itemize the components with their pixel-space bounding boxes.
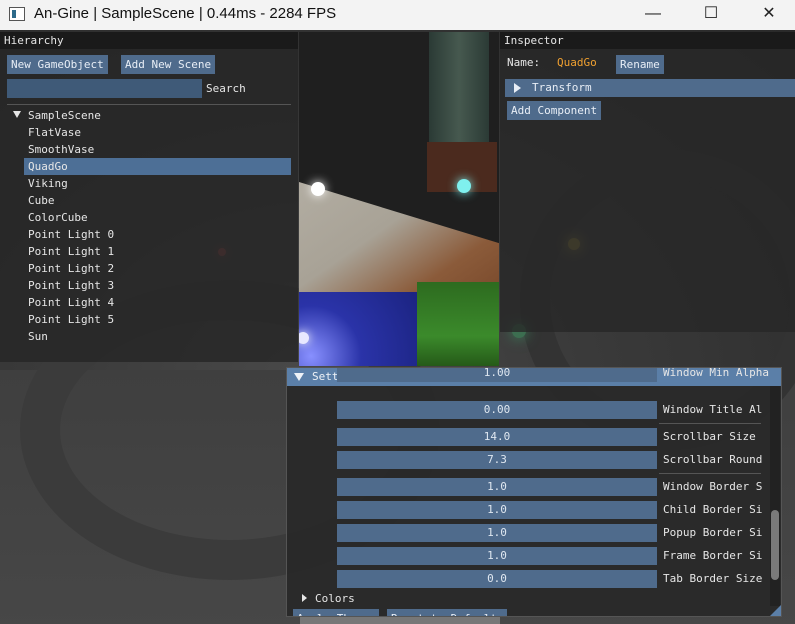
hierarchy-item[interactable]: Viking (24, 175, 291, 192)
style-slider-label: Window Min Alpha (663, 367, 769, 379)
hierarchy-panel: Hierarchy New GameObject Add New Scene S… (0, 32, 298, 362)
hierarchy-item[interactable]: Cube (24, 192, 291, 209)
style-slider-label: Window Title Al (663, 403, 763, 416)
style-slider-label: Scrollbar Size (663, 430, 756, 443)
inspector-title: Inspector (500, 32, 795, 49)
hierarchy-item[interactable]: Point Light 0 (24, 226, 291, 243)
point-light-orb (311, 182, 325, 196)
settings-separator (659, 473, 761, 474)
style-slider-label: Scrollbar Round (663, 453, 763, 466)
rename-button[interactable]: Rename (616, 55, 664, 74)
cube-right-face (417, 282, 499, 366)
minimize-button[interactable]: — (624, 0, 682, 30)
hierarchy-item[interactable]: QuadGo (24, 158, 291, 175)
settings-window: Settings 1.00Window Min Alpha0.00Window … (286, 367, 782, 617)
style-slider[interactable]: 1.0 (337, 524, 657, 542)
hierarchy-item[interactable]: FlatVase (24, 124, 291, 141)
maximize-button[interactable]: ☐ (682, 0, 740, 30)
style-slider[interactable]: 1.0 (337, 478, 657, 496)
inspector-panel: Inspector Name: QuadGo Rename Transform … (500, 32, 795, 332)
hierarchy-title: Hierarchy (0, 32, 298, 49)
hierarchy-item[interactable]: Point Light 2 (24, 260, 291, 277)
style-slider-label: Popup Border Si (663, 526, 763, 539)
apply-theme-button[interactable]: Apply Theme (293, 609, 379, 616)
window-title: An-Gine | SampleScene | 0.44ms - 2284 FP… (34, 5, 337, 22)
hierarchy-separator (7, 104, 291, 105)
add-component-button[interactable]: Add Component (507, 101, 602, 120)
close-button[interactable]: ✕ (740, 0, 795, 30)
style-slider[interactable]: 1.0 (337, 501, 657, 519)
transform-header[interactable]: Transform (505, 79, 795, 97)
transform-label: Transform (532, 81, 592, 94)
app-icon (9, 7, 25, 21)
style-slider[interactable]: 0.0 (337, 570, 657, 588)
style-slider[interactable]: 1.00 (337, 368, 657, 382)
name-label: Name: (507, 56, 541, 69)
hierarchy-item[interactable]: Point Light 3 (24, 277, 291, 294)
hierarchy-item[interactable]: Point Light 5 (24, 311, 291, 328)
style-slider-label: Frame Border Si (663, 549, 763, 562)
colors-node[interactable]: Colors (315, 590, 355, 607)
point-light-orb (457, 179, 471, 193)
style-slider[interactable]: 1.0 (337, 547, 657, 565)
game-viewport[interactable] (299, 32, 499, 366)
style-slider-label: Child Border Si (663, 503, 763, 516)
collapse-down-icon (294, 373, 304, 381)
new-gameobject-button[interactable]: New GameObject (7, 55, 108, 74)
tree-expand-icon[interactable] (13, 111, 21, 118)
window-titlebar: An-Gine | SampleScene | 0.44ms - 2284 FP… (0, 0, 795, 30)
hierarchy-item[interactable]: Sun (24, 328, 291, 345)
hierarchy-item[interactable]: ColorCube (24, 209, 291, 226)
settings-separator (659, 423, 761, 424)
style-slider-label: Tab Border Size (663, 572, 763, 585)
hierarchy-item[interactable]: Point Light 4 (24, 294, 291, 311)
style-slider-label: Window Border S (663, 480, 763, 493)
reset-default-button[interactable]: Reset to Default (387, 609, 507, 616)
style-slider[interactable]: 14.0 (337, 428, 657, 446)
style-slider[interactable]: 7.3 (337, 451, 657, 469)
search-input[interactable] (7, 79, 202, 98)
scene-strip (300, 616, 500, 624)
settings-scroll-thumb[interactable] (771, 510, 779, 580)
cube-left-face (299, 292, 419, 366)
collapse-right-icon[interactable] (302, 594, 307, 602)
hierarchy-item[interactable]: Point Light 1 (24, 243, 291, 260)
style-slider[interactable]: 0.00 (337, 401, 657, 419)
collapse-right-icon (514, 83, 521, 93)
scene-node[interactable]: SampleScene (28, 107, 101, 124)
search-label: Search (206, 82, 246, 95)
resize-grip-icon[interactable] (770, 604, 781, 616)
name-value: QuadGo (557, 56, 597, 69)
add-new-scene-button[interactable]: Add New Scene (121, 55, 216, 74)
hierarchy-item[interactable]: SmoothVase (24, 141, 291, 158)
